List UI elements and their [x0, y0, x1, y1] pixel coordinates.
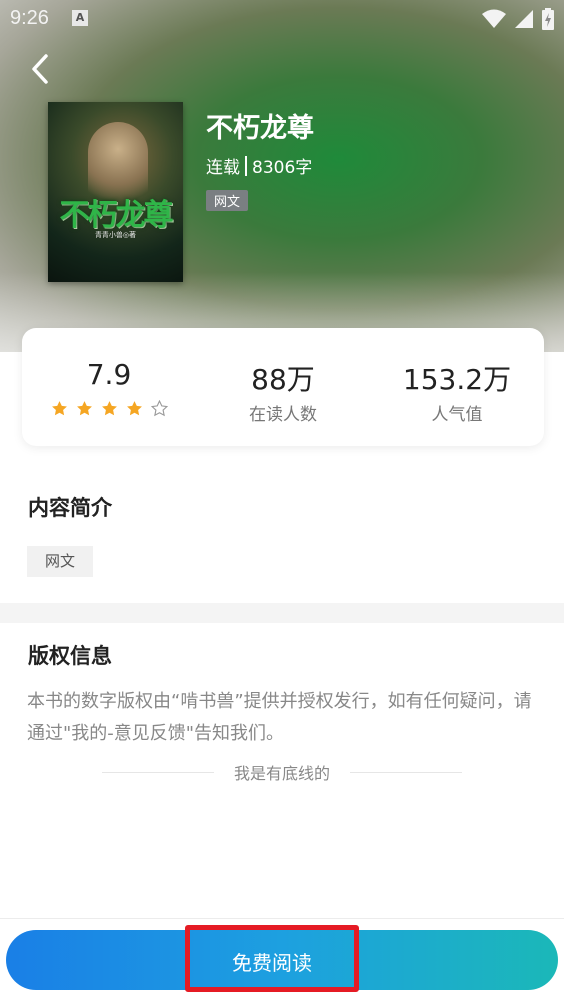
- free-read-label: 免费阅读: [232, 951, 312, 975]
- cover-author: 青青小兽◎著: [94, 231, 137, 239]
- stats-card: 7.9 88万 在读人数 153.2万 人气值: [22, 328, 544, 446]
- end-line-right: [350, 772, 462, 773]
- popularity-value: 153.2万: [402, 363, 512, 396]
- book-cover: 不朽龙尊 青青小兽◎著: [48, 102, 183, 282]
- notification-icon: A: [72, 10, 88, 26]
- copyright-text: 本书的数字版权由“啃书兽”提供并授权发行，如有任何疑问，请通过"我的-意见反馈"…: [27, 691, 532, 744]
- star-icon: [126, 401, 142, 416]
- star-icon: [76, 401, 92, 416]
- end-text: 我是有底线的: [233, 764, 330, 783]
- intro-title: 内容简介: [28, 496, 112, 520]
- battery-icon: [542, 8, 554, 30]
- wifi-icon: [482, 9, 506, 28]
- popularity-label: 人气值: [431, 405, 483, 425]
- book-title: 不朽龙尊: [206, 113, 314, 144]
- end-of-list-marker: 我是有底线的: [0, 760, 564, 784]
- star-icon: [101, 401, 117, 416]
- popularity-stat: 153.2万 人气值: [370, 328, 544, 446]
- section-divider: [0, 603, 564, 623]
- signal-icon: [515, 10, 533, 28]
- intro-tag[interactable]: 网文: [27, 546, 93, 577]
- book-tag[interactable]: 网文: [206, 190, 249, 211]
- readers-value: 88万: [251, 363, 315, 396]
- rating-stat: 7.9: [22, 328, 196, 446]
- status-time: 9:26: [10, 7, 49, 29]
- status-bar: 9:26 A: [0, 0, 564, 36]
- rating-stars: [22, 400, 196, 417]
- star-outline-icon: [150, 400, 168, 417]
- rating-value: 7.9: [86, 358, 132, 391]
- readers-label: 在读人数: [249, 405, 317, 425]
- meta-divider: [245, 155, 247, 176]
- book-status: 连载: [206, 158, 240, 178]
- free-read-button[interactable]: 免费阅读: [185, 925, 359, 992]
- cover-title: 不朽龙尊: [59, 198, 174, 233]
- bottom-divider: [0, 918, 564, 919]
- book-word-count: 8306字: [252, 158, 313, 178]
- readers-stat: 88万 在读人数: [196, 328, 370, 446]
- chevron-left-icon: [32, 54, 48, 84]
- star-icon: [51, 401, 67, 416]
- book-meta: 连载 8306字: [206, 153, 312, 178]
- copyright-title: 版权信息: [28, 644, 112, 668]
- back-button[interactable]: [26, 52, 56, 86]
